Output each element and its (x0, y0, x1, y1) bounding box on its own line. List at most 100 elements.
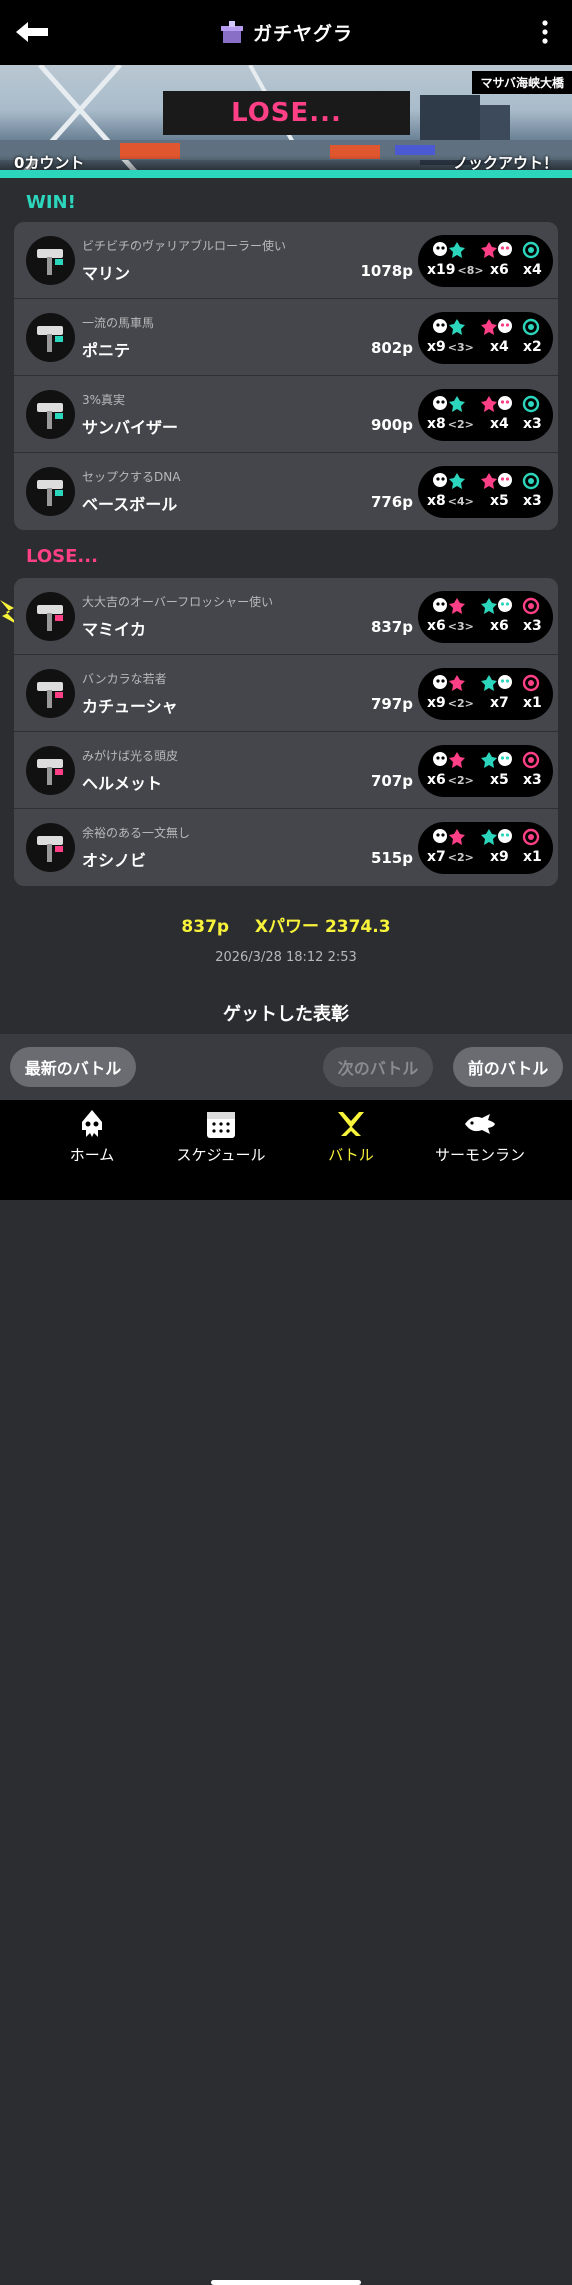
roller-icon (26, 236, 75, 285)
charger-icon (26, 746, 75, 795)
summary-xpower: Xパワー 2374.3 (254, 917, 391, 937)
special-icon (522, 241, 540, 259)
player-stats: x9 <2> x7 x1 (418, 668, 553, 720)
special-count: x4 (523, 262, 542, 278)
result-box: LOSE... (163, 91, 410, 135)
brella-icon (26, 467, 75, 516)
page-title-group: ガチヤグラ (219, 19, 353, 46)
player-row[interactable]: 一流の馬車馬 ポニテ 802p x9 <3> x4 x2 (14, 299, 558, 376)
tab-schedule[interactable]: スケジュール (156, 1108, 286, 1165)
assist-count: <3> (447, 341, 474, 354)
player-title: みがけば光る頭皮 (82, 749, 179, 763)
player-title: 一流の馬車馬 (82, 316, 155, 330)
battle-icon (338, 1112, 364, 1136)
death-count: x4 (490, 339, 509, 355)
splat-icon (449, 675, 465, 691)
special-icon (522, 472, 540, 490)
player-title: バンカラな若者 (82, 672, 167, 686)
tab-home[interactable]: ホーム (27, 1108, 157, 1165)
player-stats: x9 <3> x4 x2 (418, 312, 553, 364)
latest-battle-button[interactable]: 最新のバトル (10, 1047, 136, 1087)
player-row[interactable]: 余裕のある一文無し オシノビ 515p x7 <2> x9 x1 (14, 809, 558, 886)
splat-icon (449, 396, 465, 412)
battle-nav-bar: 最新のバトル 次のバトル 前のバトル (0, 1034, 572, 1100)
tower-icon (220, 20, 243, 43)
win-label: WIN! (26, 192, 76, 213)
home-indicator (211, 2280, 361, 2285)
header-bar: ガチヤグラ (0, 0, 572, 65)
player-row[interactable]: 大大吉のオーバーフロッシャー使い マミイカ 837p x6 <3> x6 x3 (14, 578, 558, 655)
assist-count: <8> (457, 264, 484, 277)
player-name: ポニテ (82, 341, 131, 360)
player-stats: x6 <3> x6 x3 (418, 591, 553, 643)
player-name: マリン (82, 264, 131, 283)
player-stats: x6 <2> x5 x3 (418, 745, 553, 797)
player-points: 900p (370, 416, 413, 434)
death-count: x5 (490, 772, 509, 788)
splat-icon (449, 598, 465, 614)
assist-count: <2> (447, 774, 474, 787)
kill-count: x9 (427, 695, 446, 711)
player-points: 1078p (360, 262, 414, 280)
death-count: x7 (490, 695, 509, 711)
player-stats: x19 <8> x6 x4 (418, 235, 553, 287)
splat-icon (449, 319, 465, 335)
player-row[interactable]: バンカラな若者 カチューシャ 797p x9 <2> x7 x1 (14, 655, 558, 732)
shooter-icon (26, 390, 75, 439)
death-count: x6 (490, 618, 509, 634)
roller-icon (26, 823, 75, 872)
back-arrow-icon[interactable] (14, 18, 50, 46)
salmon-icon (465, 1114, 495, 1134)
player-row[interactable]: セップクするDNA ベースボール 776p x8 <4> x5 x3 (14, 453, 558, 530)
bottom-tab-bar: ホーム スケジュール バトル サーモンラン (0, 1100, 572, 2285)
assist-count: <4> (447, 495, 474, 508)
skull-icon (498, 752, 512, 766)
win-team-card: ビチビチのヴァリアブルローラー使い マリン 1078p x19 <8> x6 x4 (14, 222, 558, 530)
more-menu-icon[interactable] (532, 18, 558, 46)
lose-team-card: 大大吉のオーバーフロッシャー使い マミイカ 837p x6<3> x6 x3 (14, 578, 558, 886)
player-name: ヘルメット (82, 774, 163, 793)
special-icon (522, 395, 540, 413)
skull-icon (498, 473, 512, 487)
special-icon (522, 597, 540, 615)
splat-icon (449, 752, 465, 768)
player-points: 707p (370, 772, 413, 790)
special-count: x1 (523, 695, 542, 711)
tab-battle-label: バトル (328, 1146, 374, 1164)
player-points: 802p (370, 339, 413, 357)
player-title: セップクするDNA (82, 470, 181, 484)
player-points: 797p (370, 695, 413, 713)
player-stats: x8 <2> x4 x3 (418, 389, 553, 441)
tab-schedule-label: スケジュール (176, 1146, 266, 1164)
player-title: 余裕のある一文無し (82, 826, 191, 840)
tab-battle[interactable]: バトル (286, 1108, 416, 1165)
kill-count: x7 (427, 849, 446, 865)
next-battle-button[interactable]: 次のバトル (323, 1047, 433, 1087)
player-row[interactable]: 3%真実 サンバイザー 900p x8 <2> x4 x3 (14, 376, 558, 453)
tab-home-label: ホーム (69, 1146, 115, 1164)
death-count: x6 (490, 262, 509, 278)
death-count: x9 (490, 849, 509, 865)
kill-count: x6 (427, 772, 446, 788)
kill-count: x19 (427, 262, 456, 278)
assist-count: <2> (447, 851, 474, 864)
assist-count: <2> (447, 697, 474, 710)
lose-label: LOSE... (26, 546, 98, 567)
player-name: ベースボール (82, 495, 178, 514)
kill-count: x6 (427, 618, 446, 634)
special-count: x3 (523, 618, 542, 634)
player-name: カチューシャ (82, 697, 178, 716)
skull-icon (498, 319, 512, 333)
battle-datetime: 2026/3/28 18:12 2:53 (215, 950, 357, 965)
previous-battle-button[interactable]: 前のバトル (453, 1047, 563, 1087)
special-count: x1 (523, 849, 542, 865)
player-row[interactable]: みがけば光る頭皮 ヘルメット 707p x6 <2> x5 x3 (14, 732, 558, 809)
special-icon (522, 318, 540, 336)
splat-icon (449, 473, 465, 489)
player-title: 大大吉のオーバーフロッシャー使い (82, 595, 274, 609)
player-points: 515p (370, 849, 413, 867)
player-row[interactable]: ビチビチのヴァリアブルローラー使い マリン 1078p x19 <8> x6 x4 (14, 222, 558, 299)
kill-count: x8 (427, 416, 446, 432)
tab-salmon-run[interactable]: サーモンラン (415, 1108, 545, 1165)
roller-icon (26, 669, 75, 718)
